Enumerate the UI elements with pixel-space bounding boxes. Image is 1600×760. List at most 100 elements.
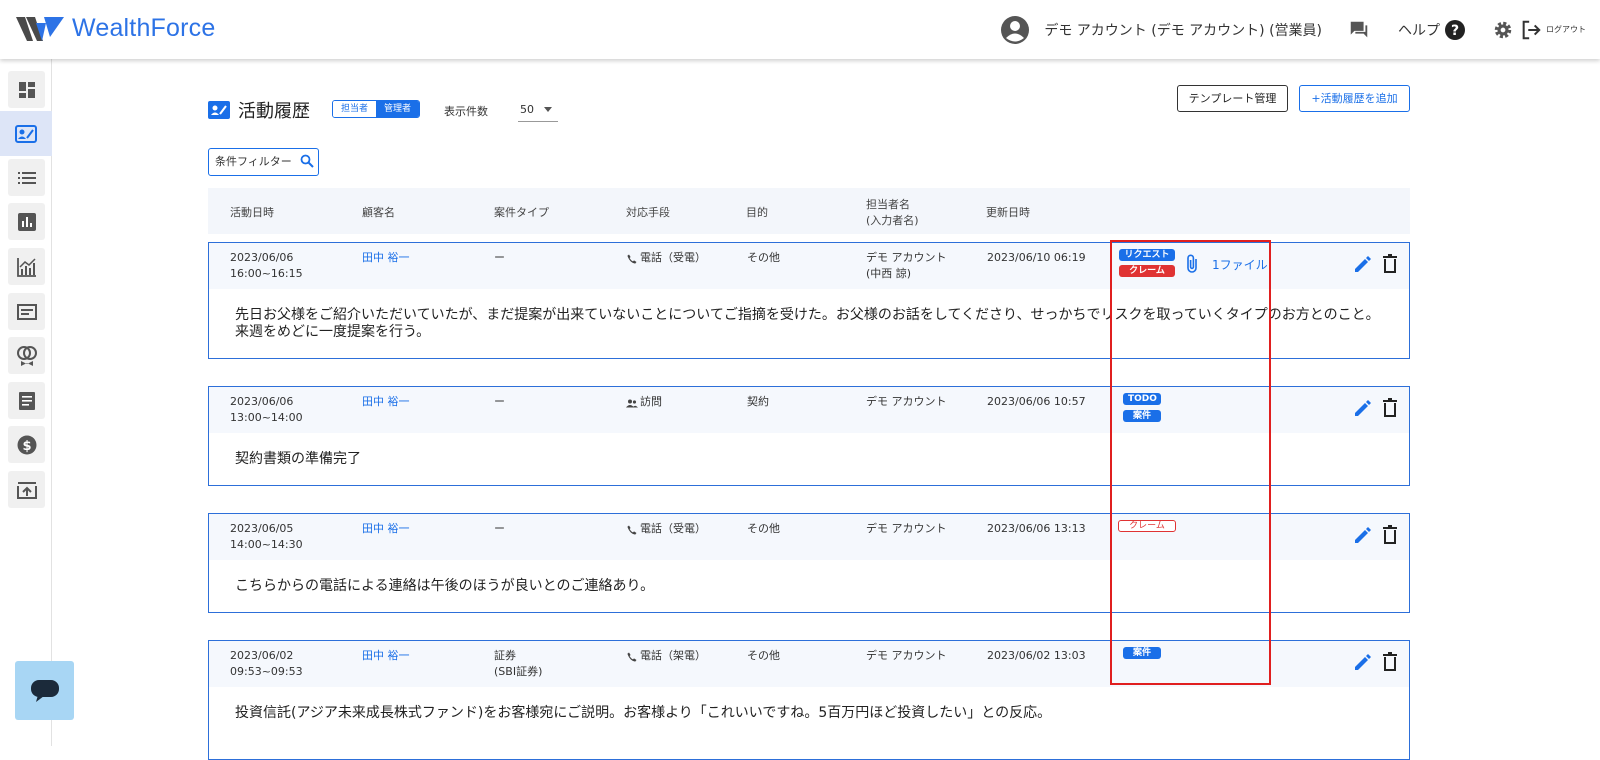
customer-link[interactable]: 田中 裕一 xyxy=(362,250,410,266)
page-title: 活動履歴 xyxy=(208,97,310,123)
svg-text:$: $ xyxy=(22,439,31,454)
bar-chart-icon xyxy=(17,212,36,231)
activity-date: 2023/06/06 xyxy=(230,251,294,264)
ring-icon xyxy=(16,345,37,366)
tab-staff[interactable]: 担当者 xyxy=(333,101,377,117)
condition-filter-button[interactable]: 条件フィルター xyxy=(208,148,319,176)
header-actions: デモ アカウント (デモ アカウント) (営業員) ヘルプ ? ログアウト xyxy=(1000,0,1600,59)
logout-label[interactable]: ログアウト xyxy=(1546,24,1586,35)
chat-support-button[interactable] xyxy=(15,661,74,720)
activity-card[interactable]: 2023/06/06 16:00~16:15 田中 裕一 ー 電話（受電） その… xyxy=(208,242,1410,359)
delete-trash-icon[interactable] xyxy=(1382,254,1398,273)
case-type: 証券 xyxy=(494,649,516,662)
updated-at: 2023/06/06 10:57 xyxy=(987,395,1086,408)
case-type-detail: (SBI証券) xyxy=(494,665,543,678)
col-customer[interactable]: 顧客名 xyxy=(362,205,395,220)
delete-trash-icon[interactable] xyxy=(1382,525,1398,544)
activity-date: 2023/06/02 xyxy=(230,649,294,662)
tag-case: 案件 xyxy=(1123,647,1161,659)
sidebar-item-export[interactable] xyxy=(8,471,45,508)
updated-at: 2023/06/06 13:13 xyxy=(987,522,1086,535)
purpose: その他 xyxy=(747,522,780,535)
activity-notes: こちらからの電話による連絡は午後のほうが良いとのご連絡あり。 xyxy=(235,578,655,594)
tab-admin[interactable]: 管理者 xyxy=(376,101,420,117)
edit-pencil-icon[interactable] xyxy=(1353,398,1373,418)
activity-card[interactable]: 2023/06/02 09:53~09:53 田中 裕一 証券 (SBI証券) … xyxy=(208,640,1410,760)
document-icon xyxy=(18,391,35,410)
role-toggle: 担当者 管理者 xyxy=(332,100,421,118)
svg-text:?: ? xyxy=(1451,23,1459,39)
customer-link[interactable]: 田中 裕一 xyxy=(362,394,410,410)
sidebar-item-ring[interactable] xyxy=(8,337,45,374)
case-type: ー xyxy=(494,251,505,264)
chat-bubble-icon xyxy=(30,679,59,702)
col-staff[interactable]: 担当者名 xyxy=(866,197,910,212)
delete-trash-icon[interactable] xyxy=(1382,652,1398,671)
settings-gear-icon[interactable] xyxy=(1492,19,1514,41)
entered-by-name: (中西 諒) xyxy=(866,267,912,280)
sidebar-item-activity-history[interactable] xyxy=(0,111,52,156)
customer-link[interactable]: 田中 裕一 xyxy=(362,648,410,664)
attachment-link[interactable]: 1ファイル xyxy=(1212,256,1268,273)
help-icon[interactable]: ? xyxy=(1444,19,1466,41)
sidebar-item-list[interactable] xyxy=(8,159,45,196)
customer-link[interactable]: 田中 裕一 xyxy=(362,521,410,537)
sidebar-item-card[interactable] xyxy=(8,293,45,330)
help-link[interactable]: ヘルプ xyxy=(1398,20,1440,40)
activity-date: 2023/06/06 xyxy=(230,395,294,408)
edit-pencil-icon[interactable] xyxy=(1353,525,1373,545)
paperclip-icon[interactable] xyxy=(1185,254,1201,274)
phone-icon xyxy=(627,652,637,662)
case-type: ー xyxy=(494,522,505,535)
sidebar-item-dashboard[interactable] xyxy=(8,71,45,108)
template-manage-button[interactable]: テンプレート管理 xyxy=(1177,85,1288,112)
col-purpose[interactable]: 目的 xyxy=(746,205,768,220)
col-method[interactable]: 対応手段 xyxy=(626,205,670,220)
brand-mark-icon xyxy=(16,16,64,41)
top-bar: WealthForce デモ アカウント (デモ アカウント) (営業員) ヘル… xyxy=(0,0,1600,59)
delete-trash-icon[interactable] xyxy=(1382,398,1398,417)
edit-pencil-icon[interactable] xyxy=(1353,652,1373,672)
tag-claim: クレーム xyxy=(1119,265,1175,277)
messages-icon[interactable] xyxy=(1348,19,1370,41)
dollar-icon: $ xyxy=(17,435,36,454)
count-label: 表示件数 xyxy=(444,105,488,118)
activity-history-icon xyxy=(15,124,37,143)
activity-time: 16:00~16:15 xyxy=(230,267,303,280)
activity-date: 2023/06/05 xyxy=(230,522,294,535)
col-entered-by: (入力者名) xyxy=(866,214,919,227)
activity-time: 14:00~14:30 xyxy=(230,538,303,551)
col-activity-date[interactable]: 活動日時 xyxy=(230,205,274,220)
edit-pencil-icon[interactable] xyxy=(1353,254,1373,274)
sidebar-item-bar-chart[interactable] xyxy=(8,203,45,240)
logo[interactable]: WealthForce xyxy=(16,14,215,43)
activity-notes: 投資信託(アジア未来成長株式ファンド)をお客様宛にご説明。お客様より「これいいで… xyxy=(235,705,1052,721)
add-activity-button[interactable]: +活動履歴を追加 xyxy=(1299,85,1410,112)
account-name[interactable]: デモ アカウント (デモ アカウント) (営業員) xyxy=(1044,20,1322,40)
sidebar-item-trend[interactable] xyxy=(8,248,45,285)
case-type: ー xyxy=(494,395,505,408)
brand-name: WealthForce xyxy=(72,14,216,42)
activity-time: 13:00~14:00 xyxy=(230,411,303,424)
logout-icon[interactable] xyxy=(1520,19,1542,41)
search-icon xyxy=(300,154,314,168)
dashboard-icon xyxy=(18,81,35,98)
chevron-down-icon xyxy=(544,107,552,112)
col-updated[interactable]: 更新日時 xyxy=(986,205,1030,220)
sidebar: $ xyxy=(0,59,52,746)
activity-card[interactable]: 2023/06/05 14:00~14:30 田中 裕一 ー 電話（受電） その… xyxy=(208,513,1410,613)
sidebar-item-dollar[interactable]: $ xyxy=(8,426,45,463)
tag-claim-outline: クレーム xyxy=(1118,520,1176,532)
activity-card[interactable]: 2023/06/06 13:00~14:00 田中 裕一 ー 訪問 契約 デモ … xyxy=(208,386,1410,486)
trend-chart-icon xyxy=(16,257,36,277)
sidebar-item-document[interactable] xyxy=(8,382,45,419)
purpose: 契約 xyxy=(747,395,769,408)
phone-icon xyxy=(627,525,637,535)
activity-time: 09:53~09:53 xyxy=(230,665,303,678)
col-case-type[interactable]: 案件タイプ xyxy=(494,205,549,220)
staff-name: デモ アカウント xyxy=(866,649,947,662)
activity-notes: 先日お父様をご紹介いただいていたが、まだ提案が出来ていないことについてご指摘を受… xyxy=(235,307,1380,340)
count-value: 50 xyxy=(520,103,534,116)
account-avatar-icon[interactable] xyxy=(1000,15,1030,45)
count-select[interactable]: 50 xyxy=(518,98,558,122)
